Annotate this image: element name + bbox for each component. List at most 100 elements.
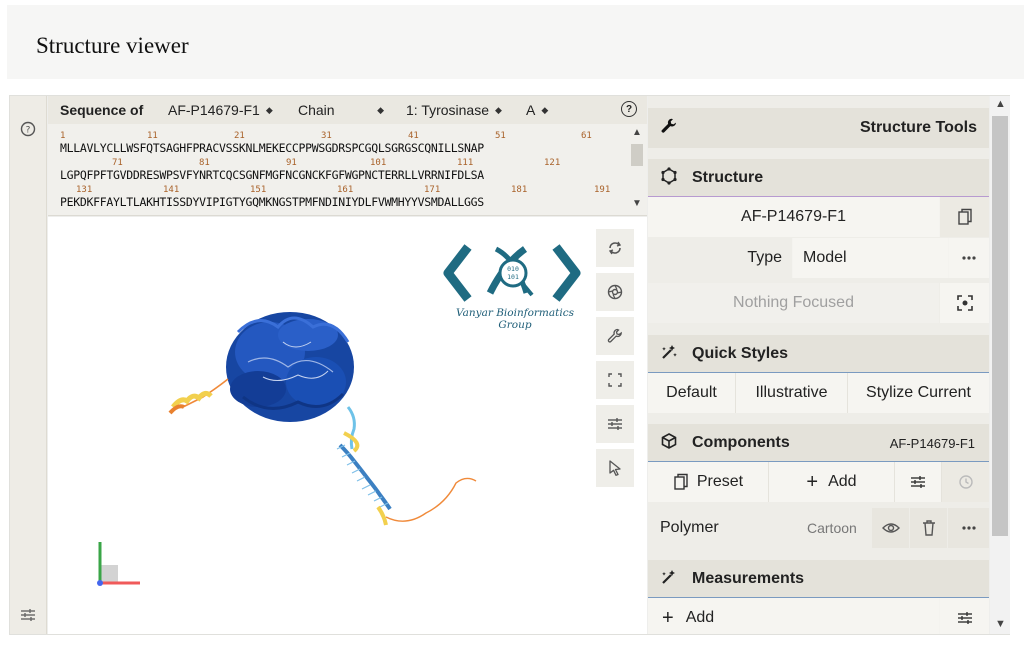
screenshot-icon[interactable]	[596, 273, 634, 311]
wrench-icon	[660, 117, 678, 140]
selection-cursor-icon[interactable]	[596, 449, 634, 487]
structure-section-header[interactable]: Structure	[648, 159, 989, 197]
preset-button[interactable]: Preset	[648, 462, 768, 502]
help-icon[interactable]: ?	[17, 118, 39, 140]
chain-select[interactable]: 1: Tyrosinase ◆	[406, 102, 502, 118]
residue-number: 161	[337, 185, 354, 195]
style-default-button[interactable]: Default	[648, 373, 735, 413]
settings-sliders-icon[interactable]	[596, 405, 634, 443]
caret-icon: ◆	[265, 104, 273, 115]
protein-cartoon	[168, 312, 477, 526]
residue-number: 61	[581, 131, 592, 141]
mode-select-value: Chain	[298, 102, 335, 118]
sequence-line[interactable]: PEKDKFFAYLTLAKHTISSDYVIPIGTYGQMKNGSTPMFN…	[60, 195, 484, 209]
residue-number: 31	[321, 131, 332, 141]
axes-gizmo	[97, 542, 140, 586]
type-label: Type	[648, 238, 792, 278]
entry-select[interactable]: AF-P14679-F1 ◆	[168, 102, 273, 118]
measurement-settings-icon[interactable]	[940, 598, 989, 634]
residue-number: 151	[250, 185, 267, 195]
more-options-icon[interactable]	[949, 238, 989, 278]
structure-entry[interactable]: AF-P14679-F1	[648, 197, 939, 237]
sequence-panel: Sequence of AF-P14679-F1 ◆ Chain ◆ 1: Tyro…	[48, 96, 647, 216]
residue-number: 81	[199, 158, 210, 168]
focus-status: Nothing Focused	[648, 283, 939, 323]
measurements-actions-row: + Add	[648, 598, 989, 634]
plus-icon: +	[806, 470, 819, 493]
quick-styles-title: Quick Styles	[692, 345, 789, 362]
more-options-icon[interactable]	[948, 508, 989, 548]
preset-label: Preset	[696, 473, 744, 490]
visibility-eye-icon[interactable]	[872, 508, 909, 548]
svg-text:?: ?	[26, 126, 31, 136]
type-value[interactable]: Model	[793, 238, 948, 278]
3d-canvas[interactable]: 010 101 Vanyar Bioinformatics Group	[48, 217, 647, 634]
quick-styles-header[interactable]: Quick Styles	[648, 335, 989, 373]
wrench-icon[interactable]	[596, 317, 634, 355]
residue-number: 191	[594, 185, 611, 195]
structure-entry-row[interactable]: AF-P14679-F1	[648, 197, 989, 237]
component-settings-icon[interactable]	[895, 462, 941, 502]
residue-number: 141	[163, 185, 180, 195]
components-title: Components	[692, 434, 790, 451]
left-toolbar: ?	[10, 96, 47, 634]
structure-section-title: Structure	[692, 169, 764, 186]
logo-text: Vanyar Bioinformatics Group	[456, 307, 574, 331]
scroll-up-icon[interactable]: ▲	[632, 127, 642, 138]
caret-icon: ◆	[495, 104, 502, 115]
focus-row: Nothing Focused	[648, 283, 989, 323]
chain-select-value: 1: Tyrosinase	[406, 102, 490, 118]
sequence-help-icon[interactable]: ?	[621, 101, 637, 117]
residue-number: 41	[408, 131, 419, 141]
residue-number: 11	[147, 131, 158, 141]
page-header: Structure viewer	[7, 5, 1024, 79]
add-component-button[interactable]: + Add	[769, 462, 894, 502]
mode-select[interactable]: Chain ◆	[298, 102, 384, 118]
style-stylize-current-button[interactable]: Stylize Current	[848, 373, 989, 413]
trash-icon[interactable]	[910, 508, 947, 548]
entry-select-value: AF-P14679-F1	[168, 102, 260, 118]
add-measurement-label: Add	[685, 609, 715, 626]
sequence-line[interactable]: MLLAVLYCLLWSFQTSAGHFPRACVSSKNLMEKECCPPWS…	[60, 141, 484, 155]
measurements-header[interactable]: Measurements	[648, 560, 989, 598]
logo-digits-bottom: 101	[507, 273, 519, 281]
residue-number: 121	[544, 158, 561, 168]
polymer-label[interactable]: Polymer	[660, 519, 719, 537]
asym-select[interactable]: A ◆	[526, 102, 548, 118]
polymer-row[interactable]: Polymer Cartoon	[648, 508, 989, 548]
scroll-up-icon[interactable]: ▲	[995, 98, 1006, 110]
caret-icon: ◆	[541, 104, 549, 115]
copy-icon[interactable]	[940, 197, 989, 237]
measurements-title: Measurements	[692, 570, 805, 587]
residue-number: 51	[495, 131, 506, 141]
sequence-line[interactable]: LGPQFPFTGVDDRESWPSVFYNRTCQCSGNFMGFNCGNCK…	[60, 168, 484, 182]
add-measurement-button[interactable]: + Add	[648, 598, 939, 634]
sequence-scroll-thumb[interactable]	[631, 144, 643, 166]
structure-tools-panel: Structure Tools Structure AF-P14679-F1 T…	[648, 96, 989, 634]
sequence-text[interactable]: 1 11 21 31 41 51 61 MLLAVLYCLLWSFQTSAGHF…	[60, 128, 620, 214]
quick-styles-row: Default Illustrative Stylize Current	[648, 373, 989, 413]
settings-sliders-icon[interactable]	[17, 604, 39, 626]
sequence-header: Sequence of AF-P14679-F1 ◆ Chain ◆ 1: Tyro…	[48, 96, 647, 124]
residue-number: 111	[457, 158, 474, 168]
components-entry: AF-P14679-F1	[889, 435, 975, 451]
scroll-down-icon[interactable]: ▼	[995, 618, 1006, 630]
cube-icon	[660, 432, 678, 455]
components-header[interactable]: Components AF-P14679-F1	[648, 424, 989, 462]
style-illustrative-button[interactable]: Illustrative	[736, 373, 847, 413]
vanyar-logo: 010 101 Vanyar Bioinformatics Group	[440, 237, 588, 331]
scroll-down-icon[interactable]: ▼	[632, 198, 642, 209]
history-icon[interactable]	[942, 462, 989, 502]
structure-tools-title: Structure Tools	[859, 119, 977, 136]
molecule-icon	[660, 166, 678, 190]
reset-camera-icon[interactable]	[596, 229, 634, 267]
page-title: Structure viewer	[36, 33, 189, 58]
sequence-scrollbar[interactable]: ▲ ▼	[629, 124, 645, 216]
sequence-label: Sequence of	[60, 102, 144, 118]
logo-digits-top: 010	[507, 265, 519, 273]
focus-target-icon[interactable]	[940, 283, 989, 323]
representation-label[interactable]: Cartoon	[807, 520, 857, 536]
tools-scroll-thumb[interactable]	[992, 116, 1008, 536]
tools-scrollbar[interactable]: ▲ ▼	[990, 96, 1010, 634]
fullscreen-icon[interactable]	[596, 361, 634, 399]
